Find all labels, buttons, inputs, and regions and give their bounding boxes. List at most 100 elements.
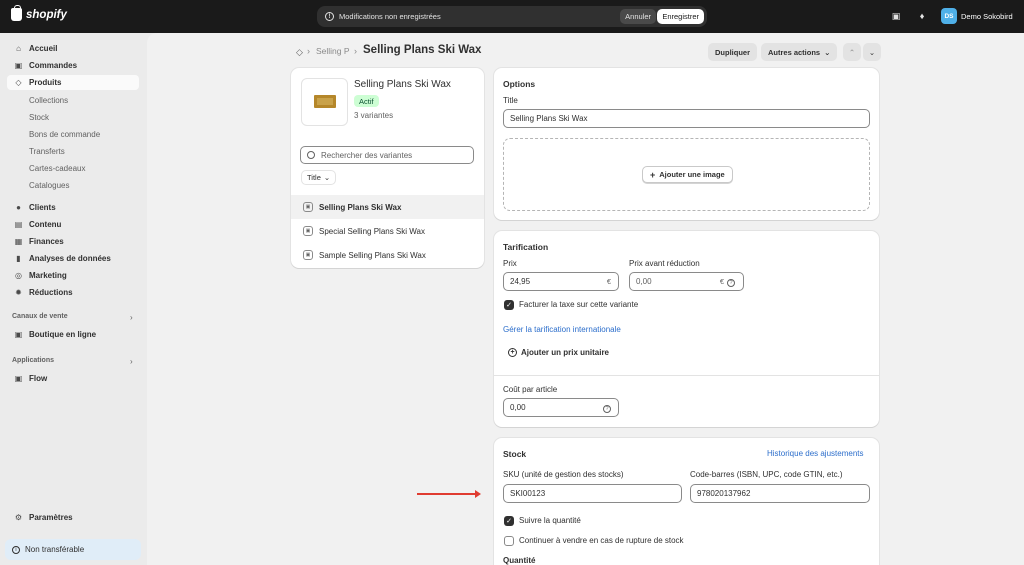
help-icon[interactable]: ? <box>603 405 611 413</box>
sidebar-item-flow[interactable]: ▣ Flow <box>7 371 139 386</box>
international-pricing-link[interactable]: Gérer la tarification internationale <box>503 325 621 334</box>
sidebar-item-label: Analyses de données <box>29 254 111 263</box>
sidebar-item-clients[interactable]: ● Clients <box>7 200 139 215</box>
sku-input[interactable]: SKI00123 <box>503 484 682 503</box>
non-transferable-banner[interactable]: i Non transférable <box>5 539 141 560</box>
check-icon: ✓ <box>506 302 512 309</box>
chevron-right-icon[interactable]: › <box>130 357 133 366</box>
check-icon: ✓ <box>506 518 512 525</box>
compare-price-input[interactable]: 0,00 €? <box>629 272 744 291</box>
barcode-value: 978020137962 <box>697 489 751 498</box>
variant-label: Selling Plans Ski Wax <box>319 202 402 212</box>
cost-label: Coût par article <box>503 385 558 394</box>
pricing-title: Tarification <box>503 242 549 252</box>
continue-selling-checkbox[interactable] <box>504 536 514 546</box>
unsaved-text: Modifications non enregistrées <box>339 12 441 21</box>
duplicate-button[interactable]: Dupliquer <box>708 43 757 61</box>
sidebar-item-boutique[interactable]: ▣ Boutique en ligne <box>7 327 139 342</box>
avatar[interactable]: DS <box>941 8 957 24</box>
sidebar-item-label: Boutique en ligne <box>29 330 97 339</box>
tax-checkbox[interactable]: ✓ <box>504 300 514 310</box>
list-item[interactable]: ▣ Special Selling Plans Ski Wax <box>291 219 484 243</box>
page-title: Selling Plans Ski Wax <box>363 44 482 56</box>
price-label: Prix <box>503 259 517 268</box>
breadcrumb[interactable]: Selling P <box>316 46 350 56</box>
next-button[interactable]: ⌄ <box>863 43 881 61</box>
shopify-logo[interactable]: shopify <box>11 5 67 21</box>
cost-suffix: ? <box>600 403 611 413</box>
sidebar-subitem-stock[interactable]: Stock <box>29 113 49 122</box>
section-applications[interactable]: Applications <box>12 357 54 364</box>
option-title-label: Title <box>503 96 518 105</box>
sidebar-subitem-transferts[interactable]: Transferts <box>29 147 65 156</box>
stock-title: Stock <box>503 449 527 459</box>
sidebar-item-reductions[interactable]: ✹ Réductions <box>7 285 139 300</box>
sidebar-subitem-collections[interactable]: Collections <box>29 96 68 105</box>
sidebar-item-finances[interactable]: ▦ Finances <box>7 234 139 249</box>
variant-label: Special Selling Plans Ski Wax <box>319 226 425 236</box>
top-bar: shopify ! Modifications non enregistrées… <box>0 0 1024 33</box>
add-image-button[interactable]: + Ajouter une image <box>642 166 733 183</box>
breadcrumb-separator-icon: › <box>354 46 357 56</box>
sidebar-item-marketing[interactable]: ◎ Marketing <box>7 268 139 283</box>
non-transferable-label: Non transférable <box>25 545 85 554</box>
logo-text: shopify <box>26 8 67 21</box>
adjustment-history-link[interactable]: Historique des ajustements <box>767 449 864 458</box>
tag-icon: ◇ <box>15 78 22 87</box>
image-placeholder-icon: ▣ <box>303 202 313 212</box>
product-image[interactable] <box>301 78 348 126</box>
sidebar-item-commandes[interactable]: ▣ Commandes <box>7 58 139 73</box>
cost-input[interactable]: 0,00? <box>503 398 619 417</box>
section-canaux-de-vente[interactable]: Canaux de vente <box>12 313 68 320</box>
more-actions-button[interactable]: Autres actions ⌄ <box>761 43 838 61</box>
sidebar-subitem-cartes-cadeaux[interactable]: Cartes-cadeaux <box>29 164 85 173</box>
inbox-icon[interactable]: ▣ <box>891 11 901 21</box>
help-icon[interactable]: ? <box>727 279 735 287</box>
variant-search-input[interactable]: Rechercher des variantes <box>300 146 474 164</box>
sidebar-item-label: Commandes <box>29 61 78 70</box>
save-button[interactable]: Enregistrer <box>657 9 704 24</box>
barcode-label: Code-barres (ISBN, UPC, code GTIN, etc.) <box>690 470 843 479</box>
compare-price-value: 0,00 <box>636 277 652 286</box>
product-name[interactable]: Selling Plans Ski Wax <box>354 79 451 90</box>
sidebar-item-accueil[interactable]: ⌂ Accueil <box>7 41 139 56</box>
barcode-input[interactable]: 978020137962 <box>690 484 870 503</box>
option-title-input[interactable]: Selling Plans Ski Wax <box>503 109 870 128</box>
sidebar-item-produits[interactable]: ◇ Produits <box>7 75 139 90</box>
quantity-label: Quantité <box>503 556 536 565</box>
track-quantity-checkbox[interactable]: ✓ <box>504 516 514 526</box>
sidebar-item-label: Flow <box>29 374 48 383</box>
cancel-button[interactable]: Annuler <box>620 9 656 24</box>
store-name[interactable]: Demo Sokobird <box>961 12 1013 21</box>
compare-price-label: Prix avant réduction <box>629 259 700 268</box>
list-item[interactable]: ▣ Sample Selling Plans Ski Wax <box>291 243 484 267</box>
more-actions-label: Autres actions <box>768 47 821 57</box>
tag-icon[interactable]: ◇ <box>296 47 303 58</box>
breadcrumb-separator-icon: › <box>307 46 310 56</box>
chevron-down-icon: ⌄ <box>824 47 831 57</box>
content-icon: ▤ <box>14 220 23 229</box>
chevron-right-icon[interactable]: › <box>130 313 133 322</box>
gear-icon: ⚙ <box>14 513 23 522</box>
previous-button[interactable]: ⌃ <box>843 43 861 61</box>
home-icon: ⌂ <box>16 44 21 53</box>
sidebar-subitem-catalogues[interactable]: Catalogues <box>29 181 69 190</box>
chevron-up-icon: ⌃ <box>848 47 856 57</box>
sidebar-item-parametres[interactable]: ⚙ Paramètres <box>7 510 139 525</box>
cost-value: 0,00 <box>510 403 526 412</box>
sidebar-subitem-bons-de-commande[interactable]: Bons de commande <box>29 130 100 139</box>
sidebar-item-contenu[interactable]: ▤ Contenu <box>7 217 139 232</box>
add-unit-price-button[interactable]: + Ajouter un prix unitaire <box>508 348 609 357</box>
sidebar-item-analyses[interactable]: ▮ Analyses de données <box>7 251 139 266</box>
title-filter-button[interactable]: Title ⌄ <box>301 170 337 185</box>
unsaved-changes-bar: ! Modifications non enregistrées Annuler… <box>317 6 707 27</box>
plus-circle-icon: + <box>508 348 517 357</box>
compare-price-suffix: €? <box>720 277 735 287</box>
variant-count: 3 variantes <box>354 111 394 120</box>
inbox-icon: ▣ <box>14 61 23 70</box>
bell-icon[interactable]: ♦ <box>917 11 927 21</box>
sku-label: SKU (unité de gestion des stocks) <box>503 470 624 479</box>
annotation-arrow <box>417 490 481 498</box>
price-input[interactable]: 24,95 € <box>503 272 619 291</box>
list-item[interactable]: ▣ Selling Plans Ski Wax <box>291 195 484 219</box>
